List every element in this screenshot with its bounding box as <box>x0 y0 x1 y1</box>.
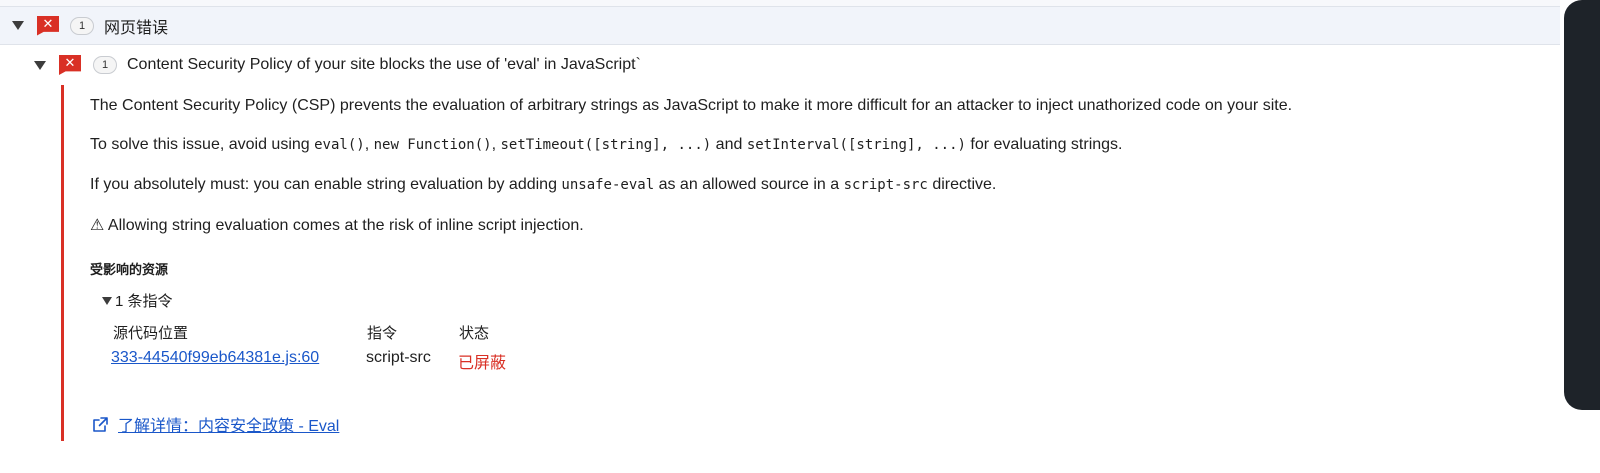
enable-paragraph: If you absolutely must: you can enable s… <box>90 176 997 193</box>
code-setinterval: setInterval([string], ...) <box>746 137 966 153</box>
instructions-toggle[interactable]: 1 条指令 <box>102 290 173 311</box>
error-flag-icon: ✕ <box>59 55 81 75</box>
code-unsafe-eval: unsafe-eval <box>561 177 655 193</box>
issue-row[interactable]: ✕ 1 Content Security Policy of your site… <box>0 45 1560 85</box>
issue-details: The Content Security Policy (CSP) preven… <box>61 85 1560 441</box>
expand-triangle-icon[interactable] <box>34 60 46 70</box>
column-status: 状态 <box>459 325 490 342</box>
affected-resources-heading: 受影响的资源 <box>90 262 169 277</box>
code-eval: eval() <box>314 137 365 153</box>
directive-value: script-src <box>366 349 431 366</box>
expand-triangle-icon[interactable] <box>12 21 24 30</box>
external-link-icon <box>93 416 108 432</box>
editor-panel <box>1564 0 1600 410</box>
issue-count-badge: 1 <box>93 56 117 74</box>
issue-title: Content Security Policy of your site blo… <box>127 56 641 73</box>
description-paragraph: The Content Security Policy (CSP) preven… <box>90 97 1293 114</box>
group-count-badge: 1 <box>70 16 94 35</box>
code-settimeout: setTimeout([string], ...) <box>500 137 712 153</box>
warning-paragraph: ⚠ Allowing string evaluation comes at th… <box>90 217 584 234</box>
source-location-link[interactable]: 333-44540f99eb64381e.js:60 <box>111 349 319 367</box>
code-script-src: script-src <box>843 177 928 193</box>
learn-more[interactable]: 了解详情：内容安全政策 - Eval <box>92 412 339 436</box>
issue-group-header[interactable]: ✕ 1 网页错误 <box>0 6 1560 45</box>
adjacent-panel-edge <box>1560 0 1600 473</box>
solution-paragraph: To solve this issue, avoid using eval(),… <box>90 136 1123 153</box>
status-value: 已屏蔽 <box>458 355 507 372</box>
group-title: 网页错误 <box>104 19 169 37</box>
column-source: 源代码位置 <box>113 325 189 342</box>
warning-icon: ⚠ <box>90 217 105 234</box>
code-new-function: new Function() <box>373 137 492 153</box>
triangle-down-icon[interactable] <box>102 296 112 305</box>
column-directive: 指令 <box>367 325 398 342</box>
learn-more-link[interactable]: 了解详情：内容安全政策 - Eval <box>118 412 339 436</box>
error-flag-icon: ✕ <box>37 15 59 36</box>
